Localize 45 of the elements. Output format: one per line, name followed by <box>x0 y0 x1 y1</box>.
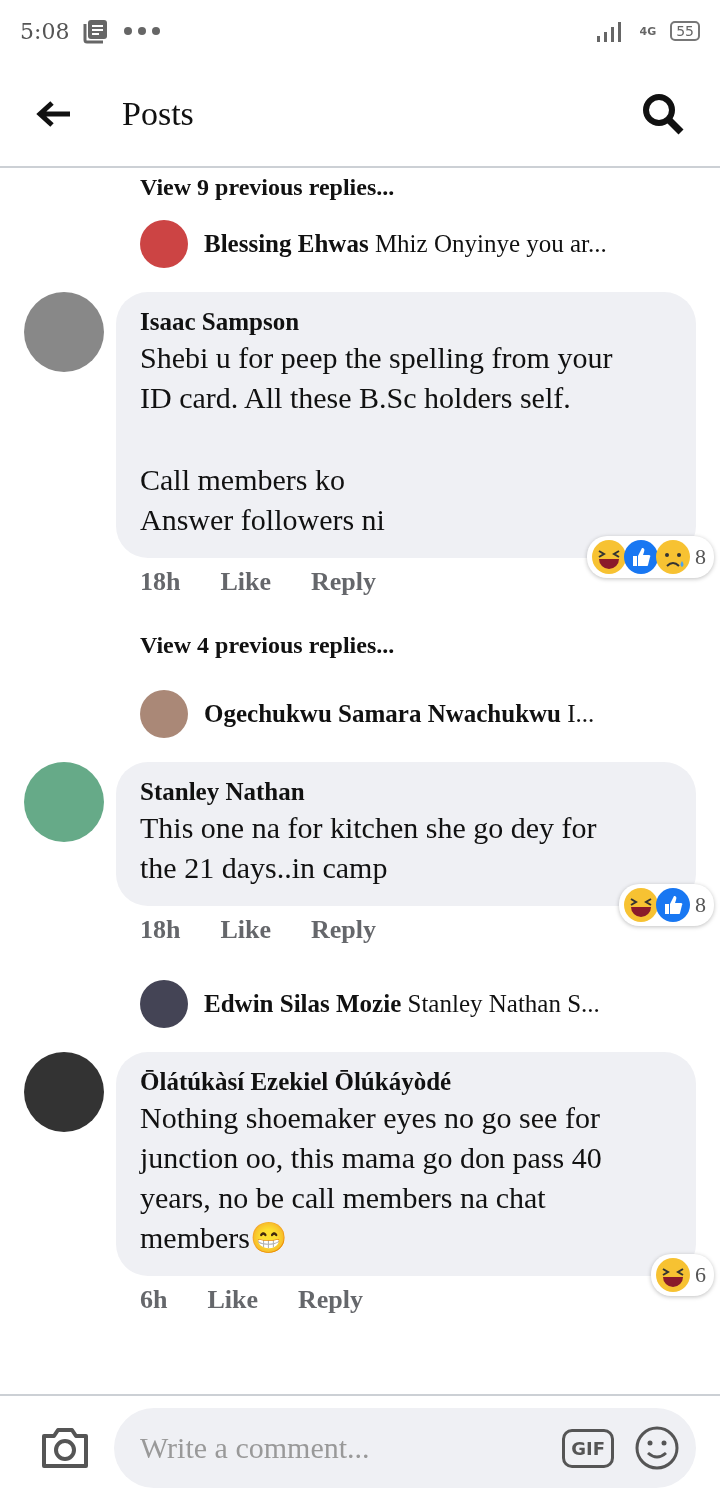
comment-text: Call members ko Answer followers ni <box>140 462 386 538</box>
commenter-name[interactable]: Stanley Nathan <box>140 778 640 806</box>
back-arrow-icon[interactable] <box>36 99 72 129</box>
like-link[interactable]: Like <box>220 567 272 597</box>
status-time: 5:08 <box>20 18 70 44</box>
like-link[interactable]: Like <box>207 1285 259 1315</box>
search-icon[interactable] <box>642 93 684 135</box>
news-icon <box>83 18 110 44</box>
reply-preview[interactable]: Blessing Ehwas Mhiz Onyinye you ar... <box>204 230 607 258</box>
thumbs-up-icon <box>623 539 659 575</box>
avatar <box>140 980 188 1028</box>
smiley-icon[interactable] <box>634 1425 680 1471</box>
comment-input[interactable]: Write a comment... GIF <box>114 1408 696 1488</box>
reactions-badge[interactable]: 6 <box>651 1254 714 1296</box>
view-previous-replies-link[interactable]: View 9 previous replies... <box>140 172 720 202</box>
laughing-emoji-icon <box>623 887 659 923</box>
gif-button[interactable]: GIF <box>562 1428 614 1468</box>
reply-preview[interactable]: Edwin Silas Mozie Stanley Nathan S... <box>204 990 600 1018</box>
reply-preview[interactable]: Ogechukwu Samara Nwachukwu I... <box>204 700 595 728</box>
reply-link[interactable]: Reply <box>311 567 377 597</box>
laughing-emoji-icon <box>655 1257 691 1293</box>
comment-time: 6h <box>140 1285 168 1315</box>
view-previous-replies-link[interactable]: View 4 previous replies... <box>140 632 720 672</box>
more-dots-icon <box>123 26 162 36</box>
reactions-badge[interactable]: 8 <box>619 884 714 926</box>
comment-time: 18h <box>140 915 181 945</box>
thumbs-up-icon <box>655 887 691 923</box>
commenter-name[interactable]: Isaac Sampson <box>140 308 640 336</box>
network-type: 4G <box>639 24 657 38</box>
laughing-emoji-icon <box>591 539 627 575</box>
battery-level: 55 <box>670 21 700 41</box>
comment-text: Nothing shoemaker eyes no go see for junction oo, this mama go don pass 40 years, no be call members na chat members😁 <box>140 1100 603 1256</box>
avatar <box>140 220 188 268</box>
commenter-name[interactable]: Ōlátúkàsí Ezekiel Ōlúkáyòdé <box>140 1068 640 1096</box>
comment-time: 18h <box>140 567 181 597</box>
comment-text: Shebi u for peep the spelling from your ID card. All these B.Sc holders self. <box>140 340 614 416</box>
page-title: Posts <box>122 95 195 133</box>
crying-emoji-icon <box>655 539 691 575</box>
reply-link[interactable]: Reply <box>311 915 377 945</box>
like-link[interactable]: Like <box>220 915 272 945</box>
camera-icon[interactable] <box>40 1426 90 1470</box>
reply-link[interactable]: Reply <box>298 1285 364 1315</box>
comment-text: This one na for kitchen she go dey for the 21 days..in camp <box>140 810 598 886</box>
avatar <box>140 690 188 738</box>
reactions-badge[interactable]: 8 <box>587 536 714 578</box>
